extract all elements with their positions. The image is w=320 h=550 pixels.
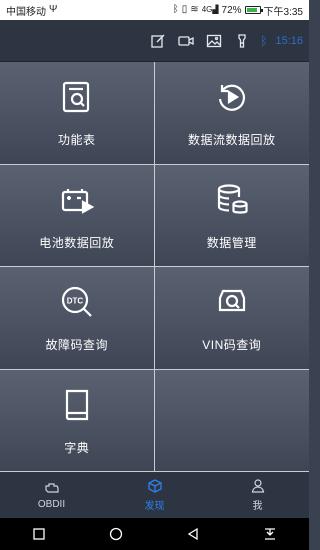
bottom-nav: OBDII 发现 我 — [0, 472, 309, 518]
signal-icon: 4G▟ — [201, 5, 219, 14]
bluetooth-icon[interactable]: ᛒ — [260, 34, 267, 48]
user-icon — [251, 479, 264, 493]
empty-tile — [154, 369, 309, 472]
data-stream-replay-label: 数据流数据回放 — [187, 133, 276, 148]
battery-icon — [244, 6, 263, 14]
battery-data-replay-label: 电池数据回放 — [39, 235, 115, 250]
engine-icon — [44, 483, 59, 493]
top-toolbar: ᛒ 15:16 — [0, 20, 309, 62]
database-icon — [212, 180, 252, 220]
dictionary-icon — [57, 385, 97, 425]
function-list-tile[interactable]: 功能表 — [0, 62, 155, 165]
status-time: 下午3:35 — [263, 6, 303, 18]
carrier-text: 中国移动 — [6, 6, 46, 18]
nav-me[interactable]: 我 — [206, 472, 309, 518]
notification-pull-icon[interactable] — [263, 527, 277, 541]
vin-search-icon — [212, 282, 252, 322]
flashlight-icon[interactable] — [232, 31, 252, 51]
edit-icon[interactable] — [148, 31, 168, 51]
vin-search-tile[interactable]: VIN码查询 — [154, 267, 309, 370]
nav-me-label: 我 — [252, 501, 263, 512]
nav-obdii-label: OBDII — [37, 499, 66, 510]
svg-text:DTC: DTC — [67, 297, 84, 306]
data-stream-replay-tile[interactable]: 数据流数据回放 — [154, 62, 309, 165]
battery-data-replay-tile[interactable]: 电池数据回放 — [0, 164, 155, 267]
video-camera-icon[interactable] — [176, 31, 196, 51]
data-management-tile[interactable]: 数据管理 — [154, 164, 309, 267]
battery-percent: 72% — [221, 4, 242, 16]
function-list-label: 功能表 — [57, 133, 96, 148]
system-nav-bar — [0, 518, 309, 550]
nav-obdii[interactable]: OBDII — [0, 472, 103, 518]
dtc-search-tile[interactable]: DTC 故障码查询 — [0, 267, 155, 370]
status-bar: 中国移动 Ψ ᛒ ▯ ≋ 4G▟ 72% 下午3:35 — [0, 0, 309, 20]
cube-icon — [147, 479, 162, 493]
nav-discover[interactable]: 发现 — [103, 472, 206, 518]
toolbar-time: 15:16 — [275, 34, 303, 47]
feature-grid: 功能表 数据流数据回放 电池数据回放 数据管理 DTC 故障码查询 VIN码查询… — [0, 62, 309, 472]
battery-replay-icon — [57, 180, 97, 220]
replay-icon — [212, 77, 252, 117]
dtc-search-label: 故障码查询 — [45, 338, 108, 353]
vibrate-icon: ▯ — [181, 4, 188, 15]
usb-icon: Ψ — [49, 4, 58, 15]
back-icon[interactable] — [186, 527, 200, 541]
dictionary-label: 字典 — [64, 440, 90, 455]
recent-apps-icon[interactable] — [32, 527, 46, 541]
home-icon[interactable] — [109, 527, 123, 541]
vin-search-label: VIN码查询 — [202, 338, 262, 353]
data-management-label: 数据管理 — [206, 235, 257, 250]
dictionary-tile[interactable]: 字典 — [0, 369, 155, 472]
image-icon[interactable] — [204, 31, 224, 51]
function-list-icon — [57, 77, 97, 117]
wifi-icon: ≋ — [190, 4, 199, 15]
nav-discover-label: 发现 — [144, 501, 165, 512]
dtc-search-icon: DTC — [57, 282, 97, 322]
bluetooth-status-icon: ᛒ — [172, 4, 179, 15]
